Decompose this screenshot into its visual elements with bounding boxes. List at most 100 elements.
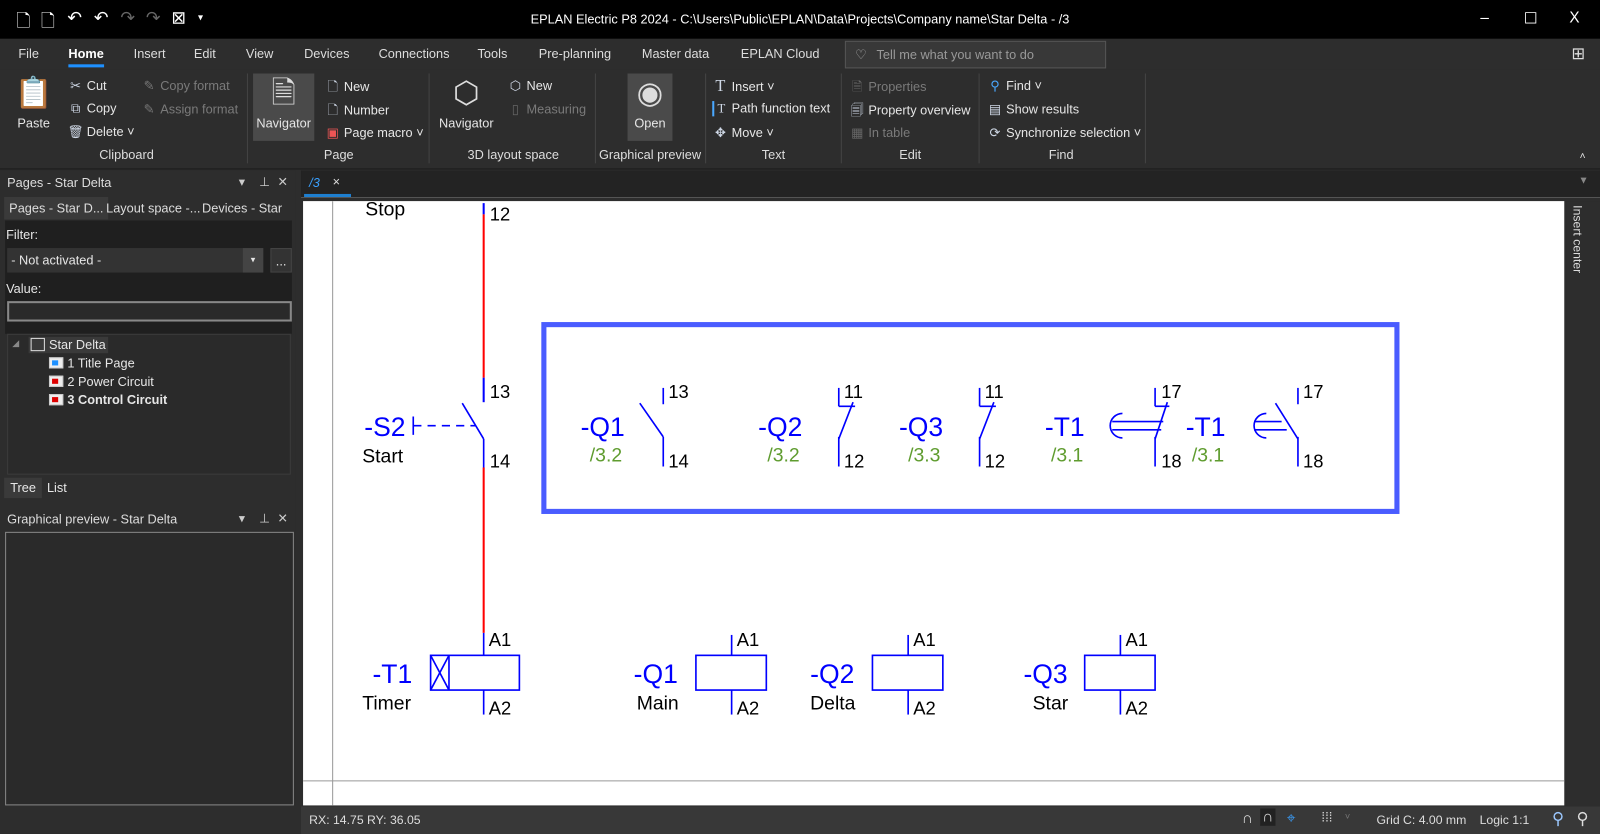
clipboard-icon: 📋 [14, 76, 53, 111]
menu-file[interactable]: File [18, 47, 39, 61]
minimize-button[interactable]: – [1469, 9, 1500, 26]
tab-list-dropdown-icon[interactable]: ▼ [1579, 176, 1589, 187]
cross-reference[interactable]: /3.3 [908, 444, 940, 466]
delete-button[interactable]: 🗑 Delete ˅ [67, 125, 134, 140]
value-input[interactable] [7, 301, 292, 322]
s2-start-switch[interactable] [412, 402, 485, 468]
menu-connections[interactable]: Connections [379, 47, 450, 61]
panel-menu-icon[interactable]: ▾ [239, 175, 245, 189]
terminal-label: 12 [844, 451, 864, 472]
path-function-text-button[interactable]: T Path function text [712, 101, 830, 117]
tree-page-2[interactable]: 2 Power Circuit [48, 375, 154, 389]
zoom-100-icon[interactable]: ⚲ [1577, 808, 1589, 828]
menu-eplan-cloud[interactable]: EPLAN Cloud [741, 47, 820, 61]
properties-icon: 🗎 [852, 79, 863, 94]
zoom-window-icon[interactable]: ⚲ [1552, 808, 1564, 828]
property-overview-button[interactable]: 🗐 Property overview [849, 101, 971, 122]
device-tag: -T1 [372, 659, 412, 689]
tell-me-search-input[interactable]: ♡ Tell me what you want to do [844, 40, 1107, 69]
copy-format-button[interactable]: ✎ Copy format [141, 78, 230, 93]
filter-select[interactable]: - Not activated - ▾ [7, 248, 264, 273]
active-tab-indicator [304, 193, 352, 198]
cross-reference[interactable]: /3.2 [767, 444, 799, 466]
q1-no-contact[interactable] [639, 387, 665, 467]
terminal-label: 17 [1303, 381, 1323, 402]
t1-delayed-no-contact[interactable] [1253, 387, 1299, 467]
new-label: New [343, 79, 370, 94]
close-panel-icon[interactable]: ✕ [278, 511, 288, 525]
ribbon-layout-icon[interactable]: ⊞ [1571, 44, 1585, 64]
menu-view[interactable]: View [246, 47, 273, 61]
tab-layout-space[interactable]: Layout space -... [101, 197, 206, 219]
cross-reference[interactable]: /3.1 [1192, 444, 1224, 466]
menu-tools[interactable]: Tools [478, 47, 508, 61]
3d-navigator-button[interactable]: ⬡ Navigator [436, 73, 497, 140]
menu-devices[interactable]: Devices [304, 47, 349, 61]
menu-edit[interactable]: Edit [194, 47, 216, 61]
terminal-label: 12 [985, 451, 1005, 472]
tab-pages[interactable]: Pages - Star D... [4, 197, 109, 220]
panel-menu-icon[interactable]: ▾ [239, 511, 245, 525]
grid-icon[interactable]: ⁞⁞⁞ [1321, 809, 1332, 824]
number-pages-button[interactable]: 🗋 Number [324, 101, 390, 122]
insert-center-tab[interactable]: Insert center [1570, 205, 1584, 273]
collapse-ribbon-icon[interactable]: ˄ [1580, 151, 1586, 162]
maximize-button[interactable]: ☐ [1515, 9, 1546, 27]
menu-master-data[interactable]: Master data [642, 47, 709, 61]
filter-more-button[interactable]: ... [270, 248, 292, 273]
cross-reference[interactable]: /3.1 [1051, 444, 1083, 466]
measuring-button[interactable]: ▯ Measuring [507, 101, 586, 116]
tab-devices[interactable]: Devices - Star ... [197, 197, 296, 230]
tab-tree[interactable]: Tree [4, 477, 43, 499]
cut-label: Cut [86, 78, 107, 93]
close-panel-icon[interactable]: ✕ [278, 175, 288, 189]
properties-button[interactable]: 🗎 Properties [849, 78, 927, 99]
close-button[interactable]: X [1559, 9, 1590, 26]
menu-insert[interactable]: Insert [134, 47, 166, 61]
tab-page-3[interactable]: /3 [309, 176, 320, 190]
tree-page-1[interactable]: 1 Title Page [48, 356, 135, 371]
in-table-button[interactable]: ▦ In table [849, 125, 910, 140]
tree-root[interactable]: Star Delta [28, 336, 108, 354]
new-page-button[interactable]: 🗋 New [324, 78, 370, 99]
cut-button[interactable]: ✂ Cut [67, 78, 106, 93]
pin-icon[interactable]: ⊥ [259, 511, 270, 525]
menu-pre-planning[interactable]: Pre-planning [539, 47, 611, 61]
assign-format-button[interactable]: ✎ Assign format [141, 101, 239, 116]
copy-button[interactable]: ⧉ Copy [67, 101, 117, 116]
schematic-canvas[interactable]: Stop 12 -S2 Start 13 14 -Q1 /3.2 13 14 -… [303, 198, 1565, 806]
logic-scale[interactable]: Logic 1:1 [1480, 813, 1530, 827]
snap-to-grid-icon[interactable]: ∩ [1260, 808, 1276, 826]
new-3d-button[interactable]: ⬡ New [507, 78, 552, 93]
insert-center-sidebar[interactable]: Insert center [1566, 201, 1600, 807]
move-text-button[interactable]: ✥ Move ˅ [712, 125, 774, 140]
input-point-icon[interactable]: ⌖ [1287, 809, 1296, 826]
close-tab-icon[interactable]: × [333, 175, 340, 189]
open-preview-button[interactable]: ◉ Open [627, 73, 673, 141]
page-macro-button[interactable]: ▣ Page macro ˅ [324, 125, 424, 140]
divider [246, 73, 248, 164]
pin-icon[interactable]: ⊥ [259, 175, 270, 189]
menu-home[interactable]: Home [68, 47, 104, 68]
group-clipboard: Clipboard [99, 148, 154, 163]
tree-page-3[interactable]: 3 Control Circuit [48, 393, 167, 407]
title-bar: 🗋 🗋 ↶ ↶ ↷ ↷ ⊠ ▾ EPLAN Electric P8 2024 -… [0, 0, 1600, 39]
cross-reference[interactable]: /3.2 [590, 444, 622, 466]
paste-button[interactable]: 📋 Paste [10, 73, 57, 140]
device-tag: -Q2 [758, 412, 802, 442]
synchronize-selection-button[interactable]: ⟳ Synchronize selection ˅ [987, 125, 1142, 140]
page-navigator-button[interactable]: 🗎 Navigator [253, 73, 315, 141]
insert-text-button[interactable]: T Insert ˅ [712, 78, 774, 96]
move-icon: ✥ [715, 125, 726, 140]
grid-size[interactable]: Grid C: 4.00 mm [1377, 813, 1467, 827]
results-icon: ▤ [988, 102, 1001, 117]
snap-icon[interactable]: ∩ [1242, 809, 1253, 826]
chevron-down-icon[interactable]: ˅ [1345, 812, 1350, 822]
expand-icon[interactable]: ◢ [12, 338, 19, 349]
find-button[interactable]: ⚲ Find ˅ [987, 78, 1042, 93]
show-results-button[interactable]: ▤ Show results [987, 101, 1079, 116]
preview-panel-title: Graphical preview - Star Delta [7, 512, 178, 527]
tab-list[interactable]: List [47, 481, 67, 495]
delete-label: Delete [86, 124, 124, 139]
selection-box[interactable] [541, 322, 1400, 514]
